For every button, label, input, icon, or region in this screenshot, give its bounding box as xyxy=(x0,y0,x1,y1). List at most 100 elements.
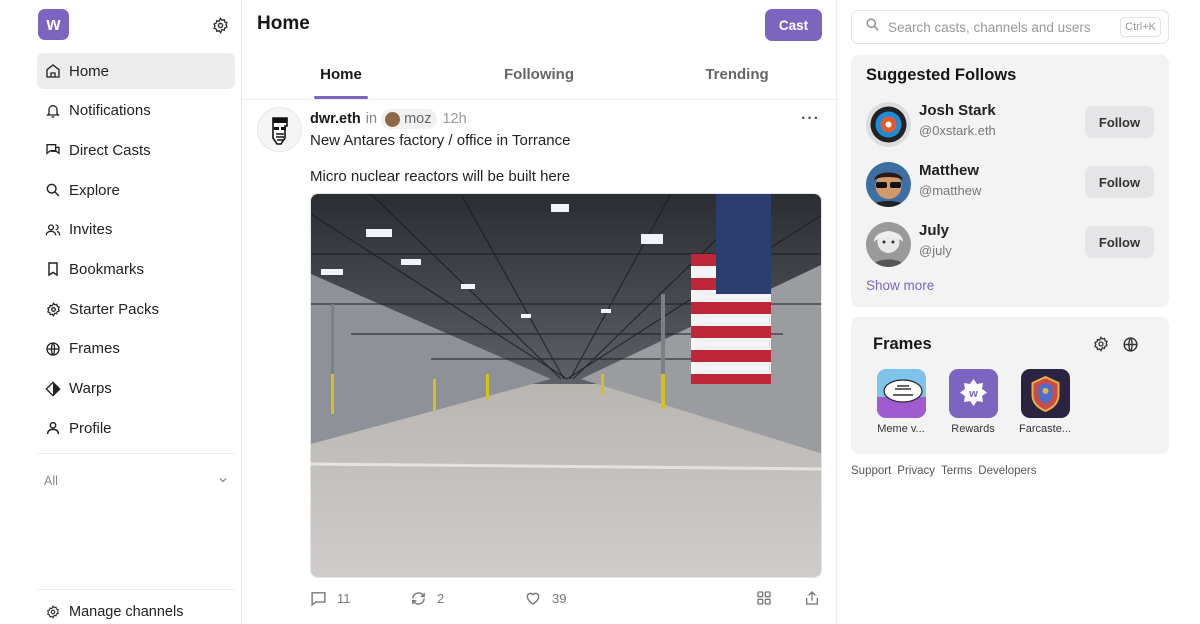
main-feed: Home Cast Home Following Trending dwr.et… xyxy=(242,0,837,624)
user-handle: @0xstark.eth xyxy=(919,123,996,138)
feed-tabs: Home Following Trending xyxy=(242,54,836,100)
user-name[interactable]: Josh Stark xyxy=(919,102,996,119)
footer-link-privacy[interactable]: Privacy xyxy=(897,465,935,477)
recast-button[interactable]: 2 xyxy=(410,590,444,607)
recast-count: 2 xyxy=(437,591,445,606)
reply-count: 11 xyxy=(337,591,351,606)
settings-icon[interactable] xyxy=(210,15,230,35)
tab-home[interactable]: Home xyxy=(242,54,440,99)
footer-link-developers[interactable]: Developers xyxy=(978,465,1036,477)
bookmark-icon xyxy=(45,261,61,277)
package-icon xyxy=(45,301,61,317)
post-author[interactable]: dwr.eth xyxy=(310,111,361,127)
nav-item-explore[interactable]: Explore xyxy=(37,172,235,208)
post-header: dwr.eth in moz 12h xyxy=(310,109,467,129)
nav-item-frames[interactable]: Frames xyxy=(37,331,235,367)
post-image[interactable] xyxy=(310,193,822,578)
nav-item-profile[interactable]: Profile xyxy=(37,410,235,446)
footer-link-support[interactable]: Support xyxy=(851,465,891,477)
user-handle: @july xyxy=(919,243,952,258)
globe-icon[interactable] xyxy=(1122,336,1139,358)
user-handle: @matthew xyxy=(919,183,982,198)
tab-following[interactable]: Following xyxy=(440,54,638,99)
footer-links: Support Privacy Terms Developers xyxy=(851,465,1042,477)
bell-icon xyxy=(45,103,61,119)
sidebar-divider xyxy=(37,453,235,454)
channel-name: moz xyxy=(404,111,432,127)
diamond-icon xyxy=(45,380,61,397)
search-icon xyxy=(45,182,61,198)
gear-icon[interactable] xyxy=(1093,336,1109,357)
nav-item-starter-packs[interactable]: Starter Packs xyxy=(37,291,235,327)
search-icon xyxy=(865,17,880,37)
chat-icon xyxy=(45,142,61,158)
channel-pill[interactable]: moz xyxy=(381,109,438,129)
frame-item[interactable]: w Rewards xyxy=(944,369,1002,435)
nav-label: Direct Casts xyxy=(69,141,151,159)
user-name[interactable]: July xyxy=(919,222,949,239)
suggested-follows-panel: Suggested Follows Josh Stark @0xstark.et… xyxy=(851,55,1169,307)
frame-label: Meme v... xyxy=(877,423,925,435)
nav-item-invites[interactable]: Invites xyxy=(37,212,235,248)
comment-icon xyxy=(311,592,326,607)
follow-button[interactable]: Follow xyxy=(1085,226,1154,258)
reply-button[interactable]: 11 xyxy=(310,590,351,607)
post-actions: 11 2 39 xyxy=(310,590,822,612)
user-name[interactable]: Matthew xyxy=(919,162,979,179)
heart-icon xyxy=(526,592,540,606)
frames-grid-icon[interactable] xyxy=(756,590,782,606)
footer-link-terms[interactable]: Terms xyxy=(941,465,972,477)
nav-item-bookmarks[interactable]: Bookmarks xyxy=(37,251,235,287)
nav-item-direct-casts[interactable]: Direct Casts xyxy=(37,132,235,168)
search-bar[interactable]: Ctrl+K xyxy=(851,10,1169,44)
user-avatar[interactable] xyxy=(866,162,911,207)
show-more-link[interactable]: Show more xyxy=(866,278,934,293)
like-count: 39 xyxy=(552,591,567,606)
nav-label: Profile xyxy=(69,419,112,437)
nav-label: Warps xyxy=(69,380,112,397)
author-avatar[interactable] xyxy=(257,107,302,152)
suggested-user: Matthew @matthew Follow xyxy=(866,162,1154,208)
post-time: 12h xyxy=(442,111,467,127)
frame-icon-rewards: w xyxy=(948,369,998,418)
nav-label: Starter Packs xyxy=(69,300,160,318)
nav-label: Home xyxy=(69,62,110,80)
svg-text:w: w xyxy=(968,388,978,400)
share-icon[interactable] xyxy=(804,590,830,606)
frame-item[interactable]: Meme v... xyxy=(872,369,930,435)
search-shortcut: Ctrl+K xyxy=(1120,17,1161,37)
manage-channels-button[interactable]: Manage channels xyxy=(46,604,183,620)
user-avatar[interactable] xyxy=(866,102,911,147)
frame-icon-meme xyxy=(876,369,926,418)
sidebar-divider xyxy=(37,589,235,590)
post-text-line: Micro nuclear reactors will be built her… xyxy=(310,168,571,185)
search-input[interactable] xyxy=(888,19,1108,35)
page-title: Home xyxy=(257,13,310,34)
nav-item-home[interactable]: Home xyxy=(37,53,235,89)
person-icon xyxy=(45,420,61,436)
like-button[interactable]: 39 xyxy=(524,590,566,607)
more-options-icon[interactable]: ··· xyxy=(801,110,820,128)
user-avatar[interactable] xyxy=(866,222,911,267)
frame-item[interactable]: Farcaste... xyxy=(1016,369,1074,435)
chevron-down-icon xyxy=(217,474,229,489)
tab-trending[interactable]: Trending xyxy=(638,54,836,99)
channel-filter-dropdown[interactable]: All xyxy=(37,470,235,492)
cast-button[interactable]: Cast xyxy=(765,9,822,41)
channel-filter-label: All xyxy=(44,474,58,488)
frames-panel: Frames Meme v... w Rewards Farcaste... xyxy=(851,317,1169,454)
left-sidebar: w Home Notifications Direct Casts Explor… xyxy=(0,0,242,624)
nav-item-notifications[interactable]: Notifications xyxy=(37,93,235,129)
frames-title: Frames xyxy=(873,335,932,353)
nav-label: Explore xyxy=(69,181,120,199)
follow-button[interactable]: Follow xyxy=(1085,106,1154,138)
follow-button[interactable]: Follow xyxy=(1085,166,1154,198)
nav-label: Bookmarks xyxy=(69,260,145,278)
frame-label: Farcaste... xyxy=(1019,423,1071,435)
nav-item-warps[interactable]: Warps xyxy=(37,371,235,407)
suggested-user: Josh Stark @0xstark.eth Follow xyxy=(866,102,1154,148)
app-logo[interactable]: w xyxy=(38,9,69,40)
manage-channels-label: Manage channels xyxy=(69,604,184,620)
channel-icon xyxy=(385,111,401,127)
nav-label: Frames xyxy=(69,340,120,358)
